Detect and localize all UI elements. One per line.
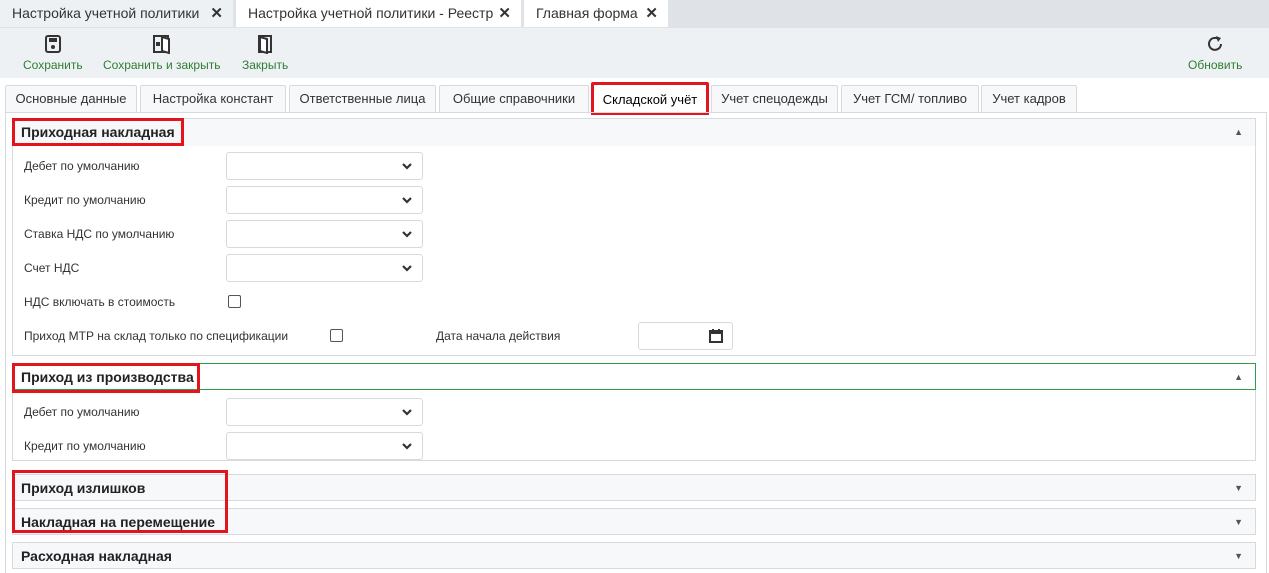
- chevron-down-icon: [402, 231, 412, 238]
- window-tab-accounting-policy[interactable]: Настройка учетной политики ✕: [0, 0, 233, 27]
- credit-label: Кредит по умолчанию: [24, 439, 146, 453]
- refresh-icon: [1208, 36, 1223, 51]
- chevron-down-icon: [402, 265, 412, 272]
- close-icon[interactable]: ✕: [210, 0, 223, 27]
- section-transfer-invoice: Накладная на перемещение ▼: [12, 508, 1256, 535]
- tab-workwear[interactable]: Учет спецодежды: [711, 85, 838, 112]
- save-close-label: Сохранить и закрыть: [103, 58, 221, 72]
- production-credit-select[interactable]: [226, 432, 423, 460]
- collapse-icon[interactable]: ▲: [1234, 119, 1243, 146]
- section-title: Накладная на перемещение: [21, 514, 216, 530]
- save-and-close-button[interactable]: Сохранить и закрыть: [103, 34, 220, 72]
- section-header[interactable]: Приход излишков ▼: [13, 475, 1255, 500]
- vat-rate-select[interactable]: [226, 220, 423, 248]
- section-title: Приход излишков: [21, 480, 146, 496]
- section-header[interactable]: Приходная накладная ▲: [13, 119, 1255, 146]
- mtr-spec-label: Приход МТР на склад только по спецификац…: [24, 329, 289, 343]
- tab-responsible[interactable]: Ответственные лица: [289, 85, 436, 112]
- save-icon: [44, 35, 61, 53]
- window-tab-main-form[interactable]: Главная форма ✕: [524, 0, 668, 27]
- vat-account-label: Счет НДС: [24, 261, 80, 275]
- tab-label: Настройка учетной политики - Реестр: [248, 5, 494, 21]
- section-incoming-invoice: Приходная накладная ▲: [12, 118, 1256, 356]
- section-title: Приходная накладная: [21, 124, 175, 140]
- close-label: Закрыть: [242, 58, 289, 72]
- vat-include-checkbox[interactable]: [228, 295, 241, 308]
- expand-icon[interactable]: ▼: [1234, 509, 1243, 536]
- chevron-down-icon: [402, 197, 412, 204]
- start-date-label: Дата начала действия: [436, 329, 561, 343]
- tab-hr[interactable]: Учет кадров: [981, 85, 1077, 112]
- section-title: Приход из производства: [21, 369, 194, 385]
- tab-constants[interactable]: Настройка констант: [140, 85, 286, 112]
- toolbar: Сохранить Сохранить и закрыть Закрыть Об…: [0, 28, 1269, 78]
- tab-label: Настройка учетной политики: [12, 5, 200, 21]
- tab-main-data[interactable]: Основные данные: [5, 85, 137, 112]
- debit-label: Дебет по умолчанию: [24, 405, 140, 419]
- section-outgoing-invoice: Расходная накладная ▼: [12, 542, 1256, 569]
- tab-label: Главная форма: [536, 5, 638, 21]
- chevron-down-icon: [402, 409, 412, 416]
- credit-select[interactable]: [226, 186, 423, 214]
- refresh-label: Обновить: [1188, 58, 1243, 72]
- tab-references[interactable]: Общие справочники: [439, 85, 589, 112]
- chevron-down-icon: [402, 163, 412, 170]
- section-surplus-receipt: Приход излишков ▼: [12, 474, 1256, 501]
- calendar-icon[interactable]: [709, 329, 723, 343]
- section-production-receipt: Приход из производства ▲: [12, 363, 1256, 461]
- save-label: Сохранить: [23, 58, 83, 72]
- close-icon[interactable]: ✕: [498, 0, 511, 27]
- debit-select[interactable]: [226, 152, 423, 180]
- vat-rate-label: Ставка НДС по умолчанию: [24, 227, 175, 241]
- production-debit-select[interactable]: [226, 398, 423, 426]
- vat-include-label: НДС включать в стоимость: [24, 295, 176, 309]
- section-header[interactable]: Приход из производства ▲: [12, 363, 1256, 390]
- section-header[interactable]: Накладная на перемещение ▼: [13, 509, 1255, 534]
- door-icon: [258, 35, 273, 54]
- debit-label: Дебет по умолчанию: [24, 159, 140, 173]
- tab-warehouse[interactable]: Складской учёт: [591, 82, 709, 115]
- close-button[interactable]: Закрыть: [242, 34, 288, 72]
- vat-account-select[interactable]: [226, 254, 423, 282]
- chevron-down-icon: [402, 443, 412, 450]
- close-icon[interactable]: ✕: [645, 0, 658, 27]
- mtr-spec-checkbox[interactable]: [330, 329, 343, 342]
- expand-icon[interactable]: ▼: [1234, 543, 1243, 570]
- section-header[interactable]: Расходная накладная ▼: [13, 543, 1255, 568]
- section-title: Расходная накладная: [21, 548, 172, 564]
- save-close-icon: [152, 35, 170, 54]
- refresh-button[interactable]: Обновить: [1188, 34, 1242, 72]
- expand-icon[interactable]: ▼: [1234, 475, 1243, 502]
- tab-fuel[interactable]: Учет ГСМ/ топливо: [841, 85, 979, 112]
- window-tab-registry[interactable]: Настройка учетной политики - Реестр ✕: [236, 0, 521, 27]
- start-date-input[interactable]: [638, 322, 733, 350]
- credit-label: Кредит по умолчанию: [24, 193, 146, 207]
- save-button[interactable]: Сохранить: [23, 34, 83, 72]
- window-tab-bar: Настройка учетной политики ✕ Настройка уч…: [0, 0, 1269, 28]
- collapse-icon[interactable]: ▲: [1234, 364, 1243, 391]
